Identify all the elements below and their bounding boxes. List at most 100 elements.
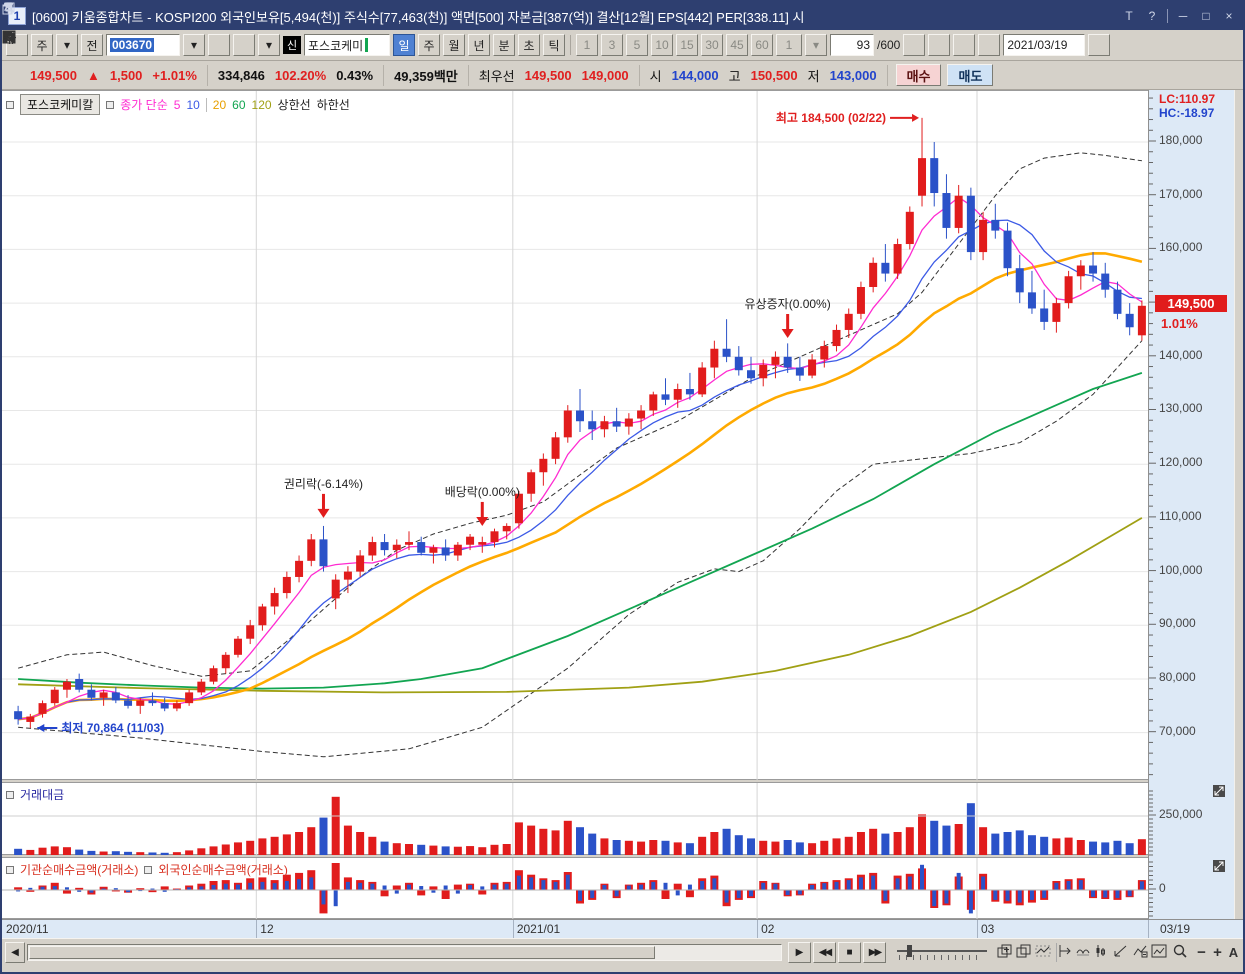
volume-bar[interactable] [759, 840, 768, 856]
net-inst-bar[interactable] [429, 886, 438, 890]
volume-bar[interactable] [1015, 830, 1024, 856]
volume-bar[interactable] [1137, 839, 1146, 856]
volume-bar[interactable] [905, 827, 914, 856]
period-tick-button[interactable]: 틱 [543, 34, 565, 56]
volume-bar[interactable] [1113, 840, 1122, 856]
volume-bar[interactable] [270, 836, 279, 856]
volume-bar[interactable] [1064, 837, 1073, 856]
net-forgn-bar[interactable] [480, 886, 485, 890]
volume-bar[interactable] [551, 830, 560, 856]
volume-bar[interactable] [673, 842, 682, 856]
text-tool-icon[interactable]: T [1121, 8, 1137, 24]
volume-bar[interactable] [844, 836, 853, 856]
cascade-windows-icon[interactable] [1016, 943, 1035, 962]
volume-bar[interactable] [771, 841, 780, 856]
interval-60-button[interactable]: 60 [751, 34, 773, 56]
net-buy-panel[interactable]: 기관순매수금액(거래소) 외국인순매수금액(거래소) [2, 857, 1148, 920]
net-forgn-bar[interactable] [883, 890, 888, 901]
volume-bar[interactable] [258, 838, 267, 856]
period-month-button[interactable]: 월 [443, 34, 465, 56]
net-forgn-bar[interactable] [834, 881, 839, 890]
close-button[interactable]: × [1221, 8, 1237, 24]
net-forgn-bar[interactable] [199, 886, 204, 890]
net-forgn-bar[interactable] [602, 884, 607, 890]
net-forgn-bar[interactable] [345, 881, 350, 890]
net-forgn-bar[interactable] [541, 880, 546, 890]
net-forgn-bar[interactable] [1054, 882, 1059, 890]
net-forgn-bar[interactable] [1017, 890, 1022, 903]
net-forgn-bar[interactable] [211, 884, 216, 890]
scroll-left-button[interactable]: ◀ [5, 942, 25, 963]
volume-bar[interactable] [539, 828, 548, 856]
net-forgn-bar[interactable] [504, 883, 509, 890]
net-forgn-bar[interactable] [260, 881, 265, 890]
price-axis-gutter[interactable]: LC:110.97 HC:-18.97 149,500 1.01% 180,00… [1148, 90, 1234, 919]
sound-dropdown[interactable]: ▾ [258, 34, 280, 56]
volume-bar[interactable] [820, 840, 829, 856]
volume-bar[interactable] [612, 840, 621, 856]
net-forgn-bar[interactable] [968, 890, 973, 914]
volume-bar[interactable] [637, 841, 646, 856]
net-inst-bar[interactable] [380, 890, 389, 897]
volume-bar[interactable] [649, 840, 658, 856]
net-forgn-bar[interactable] [394, 890, 399, 894]
net-forgn-bar[interactable] [321, 890, 326, 905]
volume-bar[interactable] [893, 832, 902, 856]
expand-volume-icon[interactable] [1213, 785, 1225, 797]
net-forgn-bar[interactable] [858, 877, 863, 890]
sound-button[interactable] [4, 32, 255, 56]
net-inst-bar[interactable] [453, 884, 462, 890]
net-forgn-bar[interactable] [944, 890, 949, 904]
stock-code-input[interactable]: 003670 [106, 34, 180, 56]
volume-bar[interactable] [734, 835, 743, 856]
volume-bar[interactable] [624, 840, 633, 856]
net-forgn-bar[interactable] [468, 884, 473, 890]
volume-bar[interactable] [343, 825, 352, 856]
volume-bar[interactable] [307, 827, 316, 856]
net-forgn-bar[interactable] [675, 890, 680, 896]
volume-bar[interactable] [527, 825, 536, 856]
volume-bar[interactable] [722, 828, 731, 856]
net-inst-bar[interactable] [331, 863, 340, 890]
volume-bar[interactable] [954, 824, 963, 856]
indicator-tool-icon[interactable] [1132, 943, 1151, 962]
volume-bar[interactable] [795, 842, 804, 856]
net-forgn-bar[interactable] [284, 881, 289, 890]
net-forgn-bar[interactable] [932, 890, 937, 907]
stock-period-combo[interactable]: 주 [31, 34, 53, 56]
net-forgn-bar[interactable] [1005, 890, 1010, 901]
net-forgn-bar[interactable] [223, 883, 228, 890]
expand-net-icon[interactable] [1213, 860, 1225, 872]
volume-bar[interactable] [991, 833, 1000, 856]
net-forgn-bar[interactable] [297, 879, 302, 890]
net-inst-bar[interactable] [417, 890, 426, 896]
net-forgn-bar[interactable] [626, 885, 631, 891]
net-forgn-bar[interactable] [1127, 890, 1132, 897]
volume-bar[interactable] [856, 832, 865, 856]
zoom-icon[interactable] [1172, 943, 1191, 962]
maximize-button[interactable]: □ [1198, 8, 1214, 24]
legend-checkbox[interactable] [106, 100, 115, 109]
volume-bar[interactable] [1040, 836, 1049, 856]
net-forgn-bar[interactable] [687, 884, 692, 890]
net-forgn-bar[interactable] [455, 890, 460, 894]
net-forgn-bar[interactable] [382, 885, 387, 891]
volume-bar[interactable] [918, 814, 927, 856]
period-day-button[interactable]: 일 [393, 34, 415, 56]
font-size-button[interactable]: A [1224, 943, 1243, 962]
volume-bar[interactable] [747, 838, 756, 856]
volume-bar[interactable] [966, 803, 975, 856]
net-forgn-bar[interactable] [1078, 880, 1083, 890]
volume-bar[interactable] [1027, 835, 1036, 856]
net-forgn-bar[interactable] [370, 883, 375, 890]
net-forgn-bar[interactable] [761, 882, 766, 890]
net-inst-bar[interactable] [392, 885, 401, 891]
interval-10-button[interactable]: 10 [651, 34, 673, 56]
net-forgn-bar[interactable] [309, 877, 314, 890]
interval-15-button[interactable]: 15 [676, 34, 698, 56]
net-forgn-bar[interactable] [406, 884, 411, 890]
net-inst-bar[interactable] [478, 890, 487, 895]
net-forgn-bar[interactable] [712, 878, 717, 890]
scrollbar-thumb[interactable] [29, 946, 655, 959]
net-forgn-bar[interactable] [822, 883, 827, 890]
